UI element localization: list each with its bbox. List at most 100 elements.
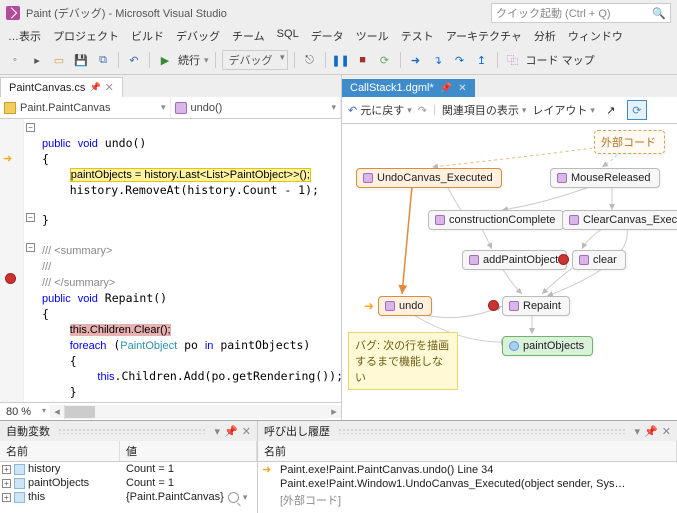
- step-over-button[interactable]: ↷: [451, 51, 469, 69]
- comment-note[interactable]: バグ: 次の行を描画するまで機能しない: [348, 332, 458, 390]
- step-out-button[interactable]: ↥: [473, 51, 491, 69]
- visualizer-icon[interactable]: [228, 492, 239, 503]
- menu-view[interactable]: …表示: [8, 28, 41, 44]
- expand-icon[interactable]: +: [2, 493, 11, 502]
- menubar: …表示 プロジェクト ビルド デバッグ チーム SQL データ ツール テスト …: [0, 26, 677, 48]
- pause-button[interactable]: ❚❚: [332, 51, 350, 69]
- menu-team[interactable]: チーム: [232, 28, 265, 44]
- class-dropdown[interactable]: Paint.PaintCanvas ▾: [0, 97, 171, 118]
- menu-test[interactable]: テスト: [401, 28, 434, 44]
- current-line: paintObjects = history.Last<List>PaintOb…: [70, 168, 311, 182]
- redo-button[interactable]: ↷: [418, 104, 427, 117]
- autos-row[interactable]: +paintObjects Count = 1: [0, 476, 257, 490]
- dropdown-icon[interactable]: ▾: [635, 425, 641, 438]
- pin-icon[interactable]: 📌: [224, 425, 238, 438]
- current-call-icon: ➜: [364, 299, 374, 313]
- member-dropdown[interactable]: undo() ▾: [171, 97, 342, 118]
- code-editor[interactable]: public void undo() { paintObjects = hist…: [24, 119, 341, 402]
- pin-icon[interactable]: 📌: [644, 425, 658, 438]
- node-constructioncomplete[interactable]: constructionComplete: [428, 210, 564, 230]
- breakpoint-dot: [558, 254, 569, 265]
- node-paintobjects[interactable]: paintObjects: [502, 336, 593, 356]
- close-icon[interactable]: ✕: [662, 425, 671, 438]
- scroll-right-button[interactable]: ▸: [327, 405, 341, 418]
- node-clear[interactable]: clear: [572, 250, 626, 270]
- restart-button[interactable]: ⟳: [376, 51, 394, 69]
- stack-frame[interactable]: ➜Paint.exe!Paint.PaintCanvas.undo() Line…: [258, 462, 677, 477]
- expand-icon[interactable]: +: [2, 479, 11, 488]
- menu-tools[interactable]: ツール: [356, 28, 389, 44]
- fold-toggle[interactable]: −: [26, 213, 35, 222]
- node-clearcanvas-executed[interactable]: ClearCanvas_Executed: [562, 210, 677, 230]
- col-value[interactable]: 値: [120, 441, 257, 461]
- pin-icon[interactable]: 📌: [89, 82, 100, 93]
- codemap-icon: ⿻: [504, 51, 522, 69]
- save-all-button[interactable]: ⧉: [94, 51, 112, 69]
- current-statement-icon: ➜: [3, 152, 12, 165]
- fold-toggle[interactable]: −: [26, 123, 35, 132]
- undo-button[interactable]: ↶: [125, 51, 143, 69]
- zoom-dropdown[interactable]: 80 %: [0, 406, 50, 418]
- open-button[interactable]: ▭: [50, 51, 68, 69]
- menu-build[interactable]: ビルド: [131, 28, 164, 44]
- breakpoint-icon[interactable]: [5, 273, 16, 284]
- pin-icon[interactable]: 📌: [440, 83, 452, 94]
- codemap-button[interactable]: コード マップ: [526, 52, 595, 68]
- member-label: undo(): [191, 102, 223, 114]
- breakpoint-dot: [488, 300, 499, 311]
- node-addpaintobject[interactable]: addPaintObject: [462, 250, 567, 270]
- menu-analyze[interactable]: 分析: [534, 28, 556, 44]
- autos-row[interactable]: +this {Paint.PaintCanvas}▾: [0, 490, 257, 504]
- variable-icon: [14, 464, 25, 475]
- stop-button[interactable]: ■: [354, 51, 372, 69]
- show-next-statement-button[interactable]: ➜: [407, 51, 425, 69]
- tab-callstack-dgml[interactable]: CallStack1.dgml* 📌 ✕: [342, 79, 475, 97]
- debug-location-button[interactable]: ⎋: [301, 51, 319, 69]
- h-scrollbar[interactable]: [64, 405, 327, 419]
- continue-button[interactable]: 続行: [178, 52, 200, 68]
- nav-back-button[interactable]: ◦: [6, 51, 24, 69]
- save-button[interactable]: 💾: [72, 51, 90, 69]
- stack-frame[interactable]: [外部コード]: [258, 491, 677, 509]
- menu-data[interactable]: データ: [311, 28, 344, 44]
- col-name[interactable]: 名前: [258, 441, 677, 461]
- node-mousereleased[interactable]: MouseReleased: [550, 168, 660, 188]
- autos-title: 自動変数: [6, 423, 50, 439]
- menu-window[interactable]: ウィンドウ: [568, 28, 623, 44]
- scroll-left-button[interactable]: ◂: [50, 405, 64, 418]
- tab-label: CallStack1.dgml*: [350, 82, 434, 94]
- config-dropdown[interactable]: デバッグ: [222, 50, 288, 70]
- fold-toggle[interactable]: −: [26, 243, 35, 252]
- gutter[interactable]: ➜: [0, 119, 24, 402]
- class-icon: [4, 102, 16, 114]
- window-title: Paint (デバッグ) - Microsoft Visual Studio: [26, 5, 227, 21]
- close-icon[interactable]: ✕: [242, 425, 251, 438]
- node-external-code[interactable]: 外部コード: [594, 130, 665, 154]
- tab-paintcanvas[interactable]: PaintCanvas.cs 📌 ✕: [0, 77, 123, 97]
- menu-debug[interactable]: デバッグ: [176, 28, 220, 44]
- node-undo[interactable]: undo: [378, 296, 432, 316]
- col-name[interactable]: 名前: [0, 441, 120, 461]
- menu-project[interactable]: プロジェクト: [53, 28, 119, 44]
- share-button[interactable]: ↗: [601, 100, 621, 120]
- dgml-graph[interactable]: 外部コード UndoCanvas_Executed MouseReleased …: [342, 124, 677, 420]
- quick-launch-input[interactable]: クイック起動 (Ctrl + Q) 🔍: [491, 3, 671, 23]
- close-icon[interactable]: ✕: [105, 81, 114, 94]
- menu-architecture[interactable]: アーキテクチャ: [446, 28, 522, 44]
- autos-row[interactable]: +history Count = 1: [0, 462, 257, 476]
- undo-button[interactable]: ↶元に戻す▾: [348, 102, 412, 118]
- expand-icon[interactable]: +: [2, 465, 11, 474]
- related-items-dropdown[interactable]: 関連項目の表示▾: [442, 102, 527, 118]
- step-into-button[interactable]: ↴: [429, 51, 447, 69]
- nav-fwd-button[interactable]: ▸: [28, 51, 46, 69]
- node-repaint[interactable]: Repaint: [502, 296, 570, 316]
- node-undocanvas-executed[interactable]: UndoCanvas_Executed: [356, 168, 502, 188]
- layout-dropdown[interactable]: レイアウト▾: [532, 102, 595, 118]
- close-icon[interactable]: ✕: [458, 83, 466, 94]
- stack-frame[interactable]: Paint.exe!Paint.Window1.UndoCanvas_Execu…: [258, 477, 677, 491]
- menu-sql[interactable]: SQL: [277, 28, 299, 44]
- refresh-button[interactable]: ⟳: [627, 100, 647, 120]
- main-toolbar: ◦ ▸ ▭ 💾 ⧉ ↶ ▶ 続行 ▾ デバッグ ⎋ ❚❚ ■ ⟳ ➜ ↴ ↷ ↥…: [0, 48, 677, 75]
- quick-launch-placeholder: クイック起動 (Ctrl + Q): [496, 5, 611, 21]
- dropdown-icon[interactable]: ▾: [215, 425, 221, 438]
